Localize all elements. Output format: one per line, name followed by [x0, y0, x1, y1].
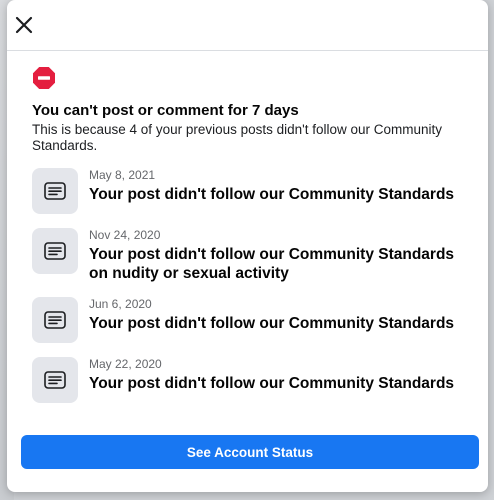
close-icon	[15, 16, 33, 34]
restriction-dialog: You can't post or comment for 7 days Thi…	[7, 0, 488, 492]
see-account-status-button[interactable]: See Account Status	[21, 435, 479, 469]
list-item-text: Jun 6, 2020 Your post didn't follow our …	[89, 297, 454, 333]
list-item-text: May 22, 2020 Your post didn't follow our…	[89, 357, 454, 393]
document-icon	[44, 182, 66, 200]
violation-title: Your post didn't follow our Community St…	[89, 315, 455, 332]
restriction-description: This is because 4 of your previous posts…	[32, 122, 443, 153]
list-item[interactable]: Nov 24, 2020 Your post didn't follow our…	[32, 228, 474, 283]
violation-title: Your post didn't follow our Community St…	[89, 246, 455, 282]
close-button[interactable]	[9, 10, 39, 40]
document-icon	[44, 371, 66, 389]
violation-title: Your post didn't follow our Community St…	[89, 375, 455, 392]
document-icon	[44, 311, 66, 329]
document-tile	[32, 228, 78, 274]
no-entry-icon	[33, 67, 55, 89]
list-item[interactable]: May 22, 2020 Your post didn't follow our…	[32, 357, 474, 403]
dialog-header	[7, 0, 488, 51]
violation-date: May 22, 2020	[89, 357, 162, 371]
violation-date: Nov 24, 2020	[89, 228, 161, 242]
dialog-body: You can't post or comment for 7 days Thi…	[7, 51, 488, 403]
list-item[interactable]: Jun 6, 2020 Your post didn't follow our …	[32, 297, 474, 343]
violation-date: Jun 6, 2020	[89, 297, 152, 311]
list-item-text: May 8, 2021 Your post didn't follow our …	[89, 168, 454, 204]
document-tile	[32, 357, 78, 403]
document-tile	[32, 168, 78, 214]
violations-list: May 8, 2021 Your post didn't follow our …	[32, 168, 474, 403]
list-item[interactable]: May 8, 2021 Your post didn't follow our …	[32, 168, 474, 214]
violation-date: May 8, 2021	[89, 168, 156, 182]
document-tile	[32, 297, 78, 343]
restriction-headline: You can't post or comment for 7 days	[32, 102, 299, 119]
document-icon	[44, 242, 66, 260]
violation-title: Your post didn't follow our Community St…	[89, 186, 455, 203]
list-item-text: Nov 24, 2020 Your post didn't follow our…	[89, 228, 474, 283]
